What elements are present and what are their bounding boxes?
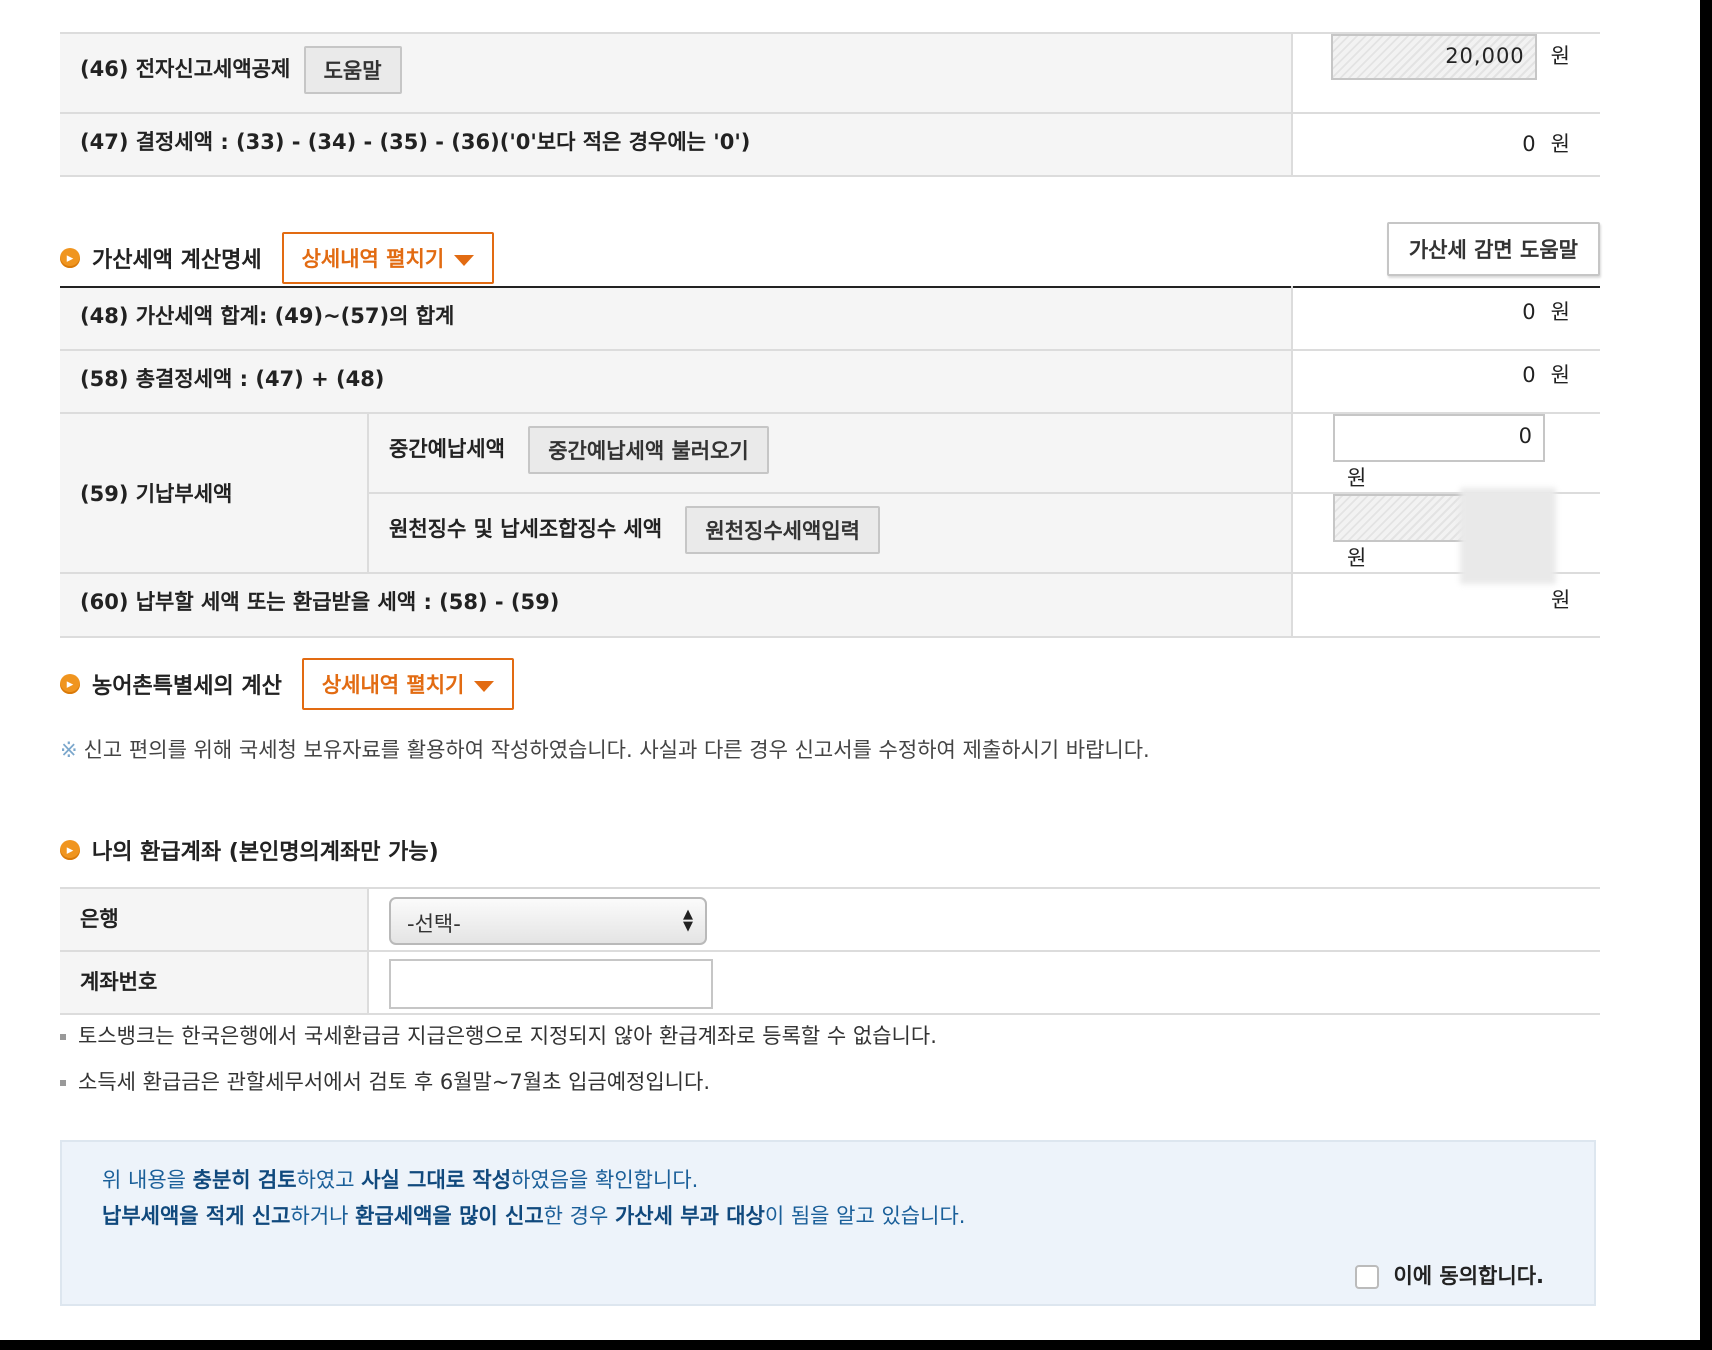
withholding-tax-label: 원천징수 및 납세조합징수 세액 원천징수세액입력 — [367, 493, 1293, 574]
account-number-label: 계좌번호 — [60, 951, 369, 1015]
row-47-value: 0원 — [1292, 113, 1600, 177]
agree-checkbox[interactable] — [1355, 1265, 1380, 1289]
expand-label: 상세내역 펼치기 — [321, 673, 465, 697]
load-interim-tax-button[interactable]: 중간예납세액 불러오기 — [528, 426, 769, 474]
section-bullet-icon: ▸ — [60, 840, 80, 860]
square-bullet-icon — [60, 1080, 66, 1086]
refund-section-title: 나의 환급계좌 (본인명의계좌만 가능) — [92, 840, 439, 865]
square-bullet-icon — [60, 1034, 66, 1040]
confirmation-box: 위 내용을 충분히 검토하였고 사실 그대로 작성하였음을 확인합니다. 납부세… — [60, 1140, 1596, 1306]
confirm-line-1: 위 내용을 충분히 검토하였고 사실 그대로 작성하였음을 확인합니다. — [102, 1164, 698, 1194]
redacted-amount — [1460, 488, 1556, 584]
row-59-label: (59) 기납부세액 — [60, 413, 369, 574]
bank-label: 은행 — [60, 888, 369, 952]
caret-down-icon — [454, 254, 475, 266]
unit-won: 원 — [1550, 300, 1570, 324]
rural-section-title: 농어촌특별세의 계산 — [92, 674, 282, 699]
bank-select-value: -선택- — [407, 912, 461, 936]
confirm-emphasis: 납부세액을 적게 신고 — [102, 1204, 291, 1228]
confirm-seg: 하였고 — [296, 1168, 362, 1192]
unit-won: 원 — [1347, 466, 1367, 490]
penalty-expand-button[interactable]: 상세내역 펼치기 — [281, 232, 495, 284]
withholding-tax-text: 원천징수 및 납세조합징수 세액 — [389, 517, 663, 541]
confirm-seg: 위 내용을 — [102, 1168, 193, 1192]
row-46-value: 20,000 원 — [1292, 33, 1600, 114]
confirm-seg: 하였음을 확인합니다. — [511, 1168, 699, 1192]
unit-won: 원 — [1550, 44, 1570, 68]
confirm-seg: 이 됨을 알고 있습니다. — [764, 1204, 966, 1228]
refund-account-table: 은행 -선택- ▲ ▼ 계좌번호 — [60, 887, 1600, 1015]
interim-tax-text: 중간예납세액 — [389, 437, 505, 461]
rural-expand-button[interactable]: 상세내역 펼치기 — [301, 658, 515, 710]
expand-label: 상세내역 펼치기 — [301, 247, 445, 271]
bank-cell: -선택- ▲ ▼ — [368, 888, 1600, 952]
section-bullet-icon: ▸ — [60, 248, 80, 268]
account-number-input[interactable] — [389, 959, 713, 1009]
rural-section-header: ▸ 농어촌특별세의 계산 상세내역 펼치기 — [60, 658, 515, 710]
penalty-section-title: 가산세액 계산명세 — [92, 248, 262, 273]
reference-mark-icon: ※ — [60, 738, 78, 762]
confirm-emphasis: 사실 그대로 작성 — [361, 1168, 512, 1192]
agree-row[interactable]: 이에 동의합니다. — [1355, 1260, 1544, 1290]
penalty-section-header: ▸ 가산세액 계산명세 상세내역 펼치기 — [60, 232, 495, 284]
confirm-emphasis: 충분히 검토 — [192, 1168, 297, 1192]
penalty-reduction-help-button[interactable]: 가산세 감면 도움말 — [1386, 222, 1600, 276]
unit-won: 원 — [1347, 546, 1367, 570]
penalty-total-amount: 0 — [1522, 300, 1537, 324]
determined-tax-amount: 0 — [1522, 132, 1537, 156]
row-48-label: (48) 가산세액 합계: (49)~(57)의 합계 — [60, 287, 1293, 351]
refund-note-2-text: 소득세 환급금은 관할세무서에서 검토 후 6월말~7월초 입금예정입니다. — [78, 1070, 711, 1094]
confirm-emphasis: 환급세액을 많이 신고 — [355, 1204, 544, 1228]
agree-label: 이에 동의합니다. — [1393, 1264, 1544, 1288]
bank-select[interactable]: -선택- ▲ ▼ — [389, 897, 707, 945]
penalty-table: (48) 가산세액 합계: (49)~(57)의 합계 0원 (58) 총결정세… — [60, 286, 1600, 638]
refund-note-1-text: 토스뱅크는 한국은행에서 국세환급금 지급은행으로 지정되지 않아 환급계좌로 … — [78, 1024, 937, 1048]
tax-credit-table: (46) 전자신고세액공제 도움말 20,000 원 (47) 결정세액 : (3… — [60, 32, 1600, 177]
prefill-notice: ※ 신고 편의를 위해 국세청 보유자료를 활용하여 작성하였습니다. 사실과 다… — [60, 734, 1150, 764]
prefill-notice-text: 신고 편의를 위해 국세청 보유자료를 활용하여 작성하였습니다. 사실과 다른… — [83, 738, 1150, 762]
refund-note-1: 토스뱅크는 한국은행에서 국세환급금 지급은행으로 지정되지 않아 환급계좌로 … — [60, 1020, 937, 1050]
row-46-label: (46) 전자신고세액공제 도움말 — [60, 33, 1293, 114]
penalty-help-wrap: 가산세 감면 도움말 — [1386, 222, 1600, 276]
interim-tax-input[interactable]: 0 — [1333, 414, 1545, 462]
interim-tax-label: 중간예납세액 중간예납세액 불러오기 — [367, 413, 1293, 494]
refund-note-2: 소득세 환급금은 관할세무서에서 검토 후 6월말~7월초 입금예정입니다. — [60, 1066, 710, 1096]
account-number-cell — [368, 951, 1600, 1015]
e-filing-credit-field: 20,000 — [1330, 34, 1537, 80]
confirm-emphasis: 가산세 부과 대상 — [614, 1204, 765, 1228]
row-58-label: (58) 총결정세액 : (47) + (48) — [60, 350, 1293, 414]
section-bullet-icon: ▸ — [60, 674, 80, 694]
help-button[interactable]: 도움말 — [303, 46, 402, 94]
row-60-label: (60) 납부할 세액 또는 환급받을 세액 : (58) - (59) — [60, 573, 1293, 638]
caret-down-icon — [474, 680, 495, 692]
interim-tax-value: 0원 — [1292, 413, 1600, 494]
select-arrows-icon: ▲ ▼ — [683, 907, 693, 934]
confirm-seg: 하거나 — [290, 1204, 356, 1228]
page: (46) 전자신고세액공제 도움말 20,000 원 (47) 결정세액 : (3… — [0, 0, 1700, 1340]
row-48-value: 0원 — [1292, 287, 1600, 351]
unit-won: 원 — [1551, 588, 1571, 612]
refund-section-header: ▸ 나의 환급계좌 (본인명의계좌만 가능) — [60, 834, 439, 866]
total-determined-tax-amount: 0 — [1522, 363, 1537, 387]
row-46-text: (46) 전자신고세액공제 — [80, 57, 291, 81]
row-58-value: 0원 — [1292, 350, 1600, 414]
confirm-line-2: 납부세액을 적게 신고하거나 환급세액을 많이 신고한 경우 가산세 부과 대상… — [102, 1200, 965, 1230]
withholding-tax-input-button[interactable]: 원천징수세액입력 — [685, 506, 880, 554]
unit-won: 원 — [1550, 132, 1570, 156]
confirm-seg: 한 경우 — [543, 1204, 615, 1228]
row-47-label: (47) 결정세액 : (33) - (34) - (35) - (36)('0… — [60, 113, 1293, 177]
unit-won: 원 — [1550, 363, 1570, 387]
